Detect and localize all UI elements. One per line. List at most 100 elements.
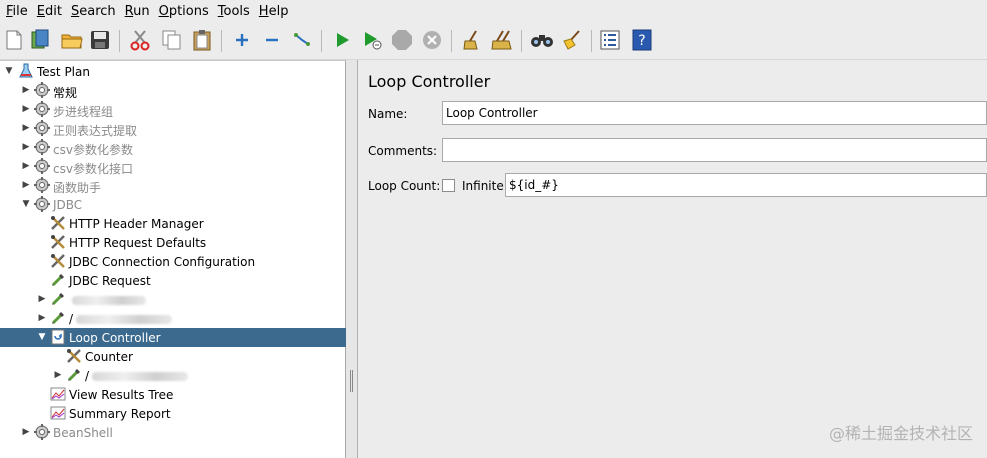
shutdown-icon[interactable]	[420, 28, 444, 52]
templates-icon[interactable]	[28, 28, 52, 52]
collapse-icon[interactable]	[260, 28, 284, 52]
tree-node-label: View Results Tree	[69, 388, 174, 402]
expand-toggle-icon[interactable]: ▶	[21, 123, 31, 133]
tree-node[interactable]: ▶ /	[0, 366, 346, 385]
tree-node[interactable]: ▶ 步进线程组	[0, 100, 346, 119]
menu-bar: File Edit Search Run Options Tools Help	[0, 0, 987, 22]
clear-icon[interactable]	[460, 28, 484, 52]
panel-title: Loop Controller	[368, 72, 491, 91]
menu-tools[interactable]: Tools	[218, 4, 250, 19]
test-plan-icon	[18, 63, 34, 79]
start-no-pause-icon[interactable]	[360, 28, 384, 52]
search-icon[interactable]	[530, 28, 554, 52]
toggle-icon[interactable]	[290, 28, 314, 52]
sampler-icon	[66, 367, 82, 383]
redacted-text	[76, 315, 173, 324]
collapse-toggle-icon[interactable]: ▼	[4, 66, 14, 76]
tree-node[interactable]: Summary Report	[0, 404, 346, 423]
tree-node-label: HTTP Request Defaults	[69, 236, 207, 250]
tree-node[interactable]: Counter	[0, 347, 346, 366]
tree-node[interactable]: ▶ 正则表达式提取	[0, 119, 346, 138]
expand-toggle-icon[interactable]: ▶	[21, 85, 31, 95]
expand-toggle-icon[interactable]: ▶	[37, 313, 47, 323]
tree-node[interactable]: HTTP Header Manager	[0, 214, 346, 233]
menu-options[interactable]: Options	[159, 4, 209, 19]
tree-node[interactable]: ▼ Test Plan	[0, 62, 346, 81]
tree-node-label: Loop Controller	[69, 331, 161, 345]
expand-toggle-icon[interactable]: ▶	[21, 104, 31, 114]
start-icon[interactable]	[330, 28, 354, 52]
thread-group-icon	[34, 139, 50, 155]
tree-node-label: /	[85, 369, 189, 383]
redacted-text	[72, 296, 146, 305]
expand-toggle-icon[interactable]: ▶	[37, 294, 47, 304]
tree-node-label: 常规	[53, 86, 78, 100]
listener-icon	[50, 386, 66, 402]
tree-node[interactable]: ▶ csv参数化参数	[0, 138, 346, 157]
tree-node[interactable]: JDBC Connection Configuration	[0, 252, 346, 271]
save-icon[interactable]	[88, 28, 112, 52]
menu-help[interactable]: Help	[259, 4, 289, 19]
reset-search-icon[interactable]	[560, 28, 584, 52]
tree-node[interactable]: ▼ Loop Controller	[0, 328, 346, 347]
paste-icon[interactable]	[190, 28, 214, 52]
cut-icon[interactable]	[128, 28, 152, 52]
tree-node[interactable]: JDBC Request	[0, 271, 346, 290]
tree-node-label: csv参数化接口	[53, 162, 133, 176]
menu-run[interactable]: Run	[125, 4, 150, 19]
expand-toggle-icon[interactable]: ▶	[21, 180, 31, 190]
tree-node[interactable]: ▶ 函数助手	[0, 176, 346, 195]
tree-node[interactable]: HTTP Request Defaults	[0, 233, 346, 252]
thread-group-icon	[34, 82, 50, 98]
test-plan-tree[interactable]: ▼ Test Plan ▶ 常规 ▶ 步进线程组 ▶ 正则表达式提取 ▶ csv参数化参数 ▶ csv…	[0, 60, 346, 458]
tree-node[interactable]: ▶	[0, 290, 346, 309]
comments-field[interactable]	[442, 138, 987, 162]
tree-node-label: Summary Report	[69, 407, 171, 421]
thread-group-icon	[34, 101, 50, 117]
tree-node-label: JDBC Connection Configuration	[69, 255, 256, 269]
tree-node[interactable]: ▼ JDBC	[0, 195, 346, 214]
clear-all-icon[interactable]	[490, 28, 514, 52]
svg-text:?: ?	[638, 33, 645, 49]
watermark: @稀土掘金技术社区	[828, 424, 973, 443]
tree-node-label: Test Plan	[37, 65, 90, 79]
expand-toggle-icon[interactable]: ▶	[21, 142, 31, 152]
expand-toggle-icon[interactable]: ▶	[21, 161, 31, 171]
open-icon[interactable]	[60, 28, 84, 52]
loop-count-field[interactable]: ${id_#}	[505, 173, 987, 197]
tree-node-label: 步进线程组	[53, 105, 114, 119]
new-icon[interactable]	[2, 28, 26, 52]
loop-controller-icon	[50, 329, 66, 345]
tree-node-label	[69, 293, 146, 307]
thread-group-icon	[34, 177, 50, 193]
tree-node[interactable]: ▶ BeanShell	[0, 423, 346, 442]
expand-toggle-icon[interactable]: ▶	[53, 370, 63, 380]
tree-node[interactable]: ▶ csv参数化接口	[0, 157, 346, 176]
toolbar: ?	[0, 22, 987, 60]
copy-icon[interactable]	[160, 28, 184, 52]
thread-group-icon	[34, 424, 50, 440]
name-field[interactable]: Loop Controller	[442, 101, 987, 125]
stop-icon[interactable]	[390, 28, 414, 52]
menu-search[interactable]: Search	[71, 4, 116, 19]
loop-controller-panel: Loop Controller Name: Loop Controller Co…	[358, 60, 987, 458]
tree-node[interactable]: ▶ 常规	[0, 81, 346, 100]
expand-toggle-icon[interactable]: ▶	[21, 427, 31, 437]
help-icon[interactable]: ?	[630, 28, 654, 52]
tree-node-label: JDBC	[53, 198, 83, 212]
tree-node[interactable]: ▶ /	[0, 309, 346, 328]
menu-edit[interactable]: Edit	[37, 4, 62, 19]
collapse-toggle-icon[interactable]: ▼	[37, 332, 47, 342]
name-label: Name:	[368, 107, 408, 121]
infinite-checkbox[interactable]	[442, 179, 455, 192]
menu-file[interactable]: File	[6, 4, 28, 19]
expand-icon[interactable]	[230, 28, 254, 52]
split-pane-divider[interactable]	[346, 60, 358, 458]
function-helper-icon[interactable]	[598, 28, 622, 52]
collapse-toggle-icon[interactable]: ▼	[21, 199, 31, 209]
tree-node-label: /	[69, 312, 173, 326]
tree-node-label: BeanShell	[53, 426, 113, 440]
tree-node[interactable]: View Results Tree	[0, 385, 346, 404]
thread-group-icon	[34, 120, 50, 136]
tree-node-label: JDBC Request	[69, 274, 151, 288]
